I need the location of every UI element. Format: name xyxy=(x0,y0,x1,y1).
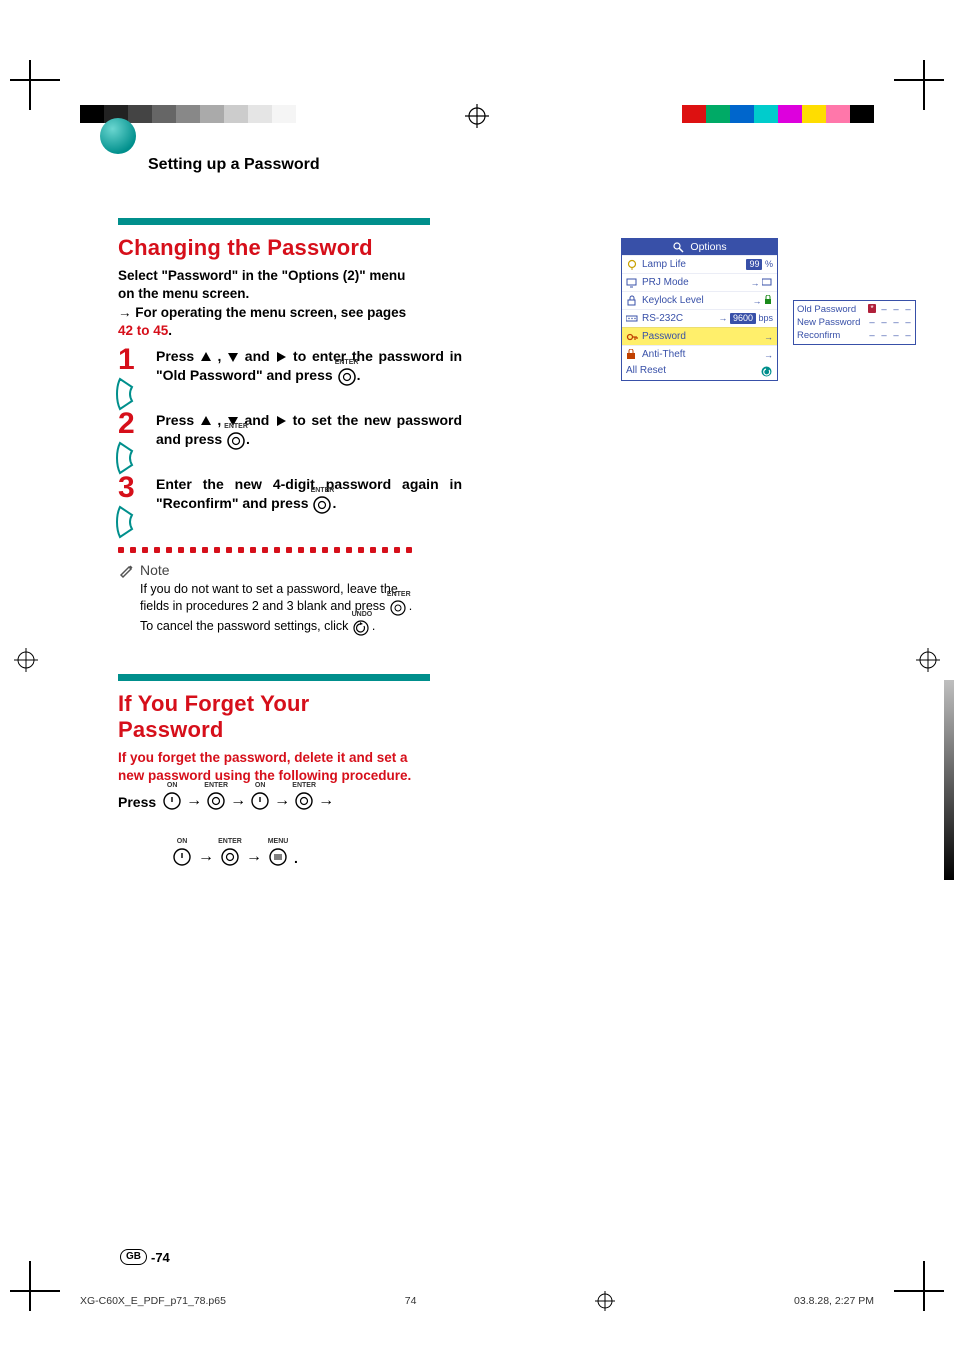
note-text: If you do not want to set a password, le… xyxy=(140,581,418,638)
note-heading: Note xyxy=(118,561,886,579)
gb-badge: GB xyxy=(120,1249,147,1265)
arrow-right-icon: → xyxy=(752,295,773,306)
enter-button-icon: ENTER xyxy=(337,366,357,386)
up-triangle-icon xyxy=(200,351,212,363)
enter-button-icon: ENTER xyxy=(312,494,332,514)
corner-mark-bottom-right xyxy=(894,1261,954,1321)
osd-row-keylock: Keylock Level → xyxy=(622,291,777,309)
osd-row-all-reset: All Reset xyxy=(622,363,777,380)
page-title: Setting up a Password xyxy=(148,156,320,174)
page-number: GB -74 xyxy=(120,1249,170,1265)
arrow-icon: → xyxy=(318,792,334,810)
arrow-icon: → xyxy=(230,792,246,810)
on-button-icon: ON xyxy=(172,846,192,866)
step-pointer-icon xyxy=(114,441,148,475)
bottom-print-marks xyxy=(0,1281,954,1321)
note-label: Note xyxy=(140,562,170,578)
step-number: 2 xyxy=(118,407,135,441)
intro2-pre: For operating the menu screen, see pages xyxy=(135,305,406,320)
registration-target-left xyxy=(14,648,38,672)
lamp-icon xyxy=(626,259,638,271)
step-3-body: Enter the new 4-digit password again in … xyxy=(156,475,462,514)
step-number: 3 xyxy=(118,471,135,505)
osd-password-entry-box: Old Password *––– New Password –––– Reco… xyxy=(793,300,916,345)
header-dot-icon xyxy=(98,116,138,156)
section-heading-forget-password: If You Forget Your Password xyxy=(118,691,418,743)
enter-button-icon: ENTER xyxy=(294,790,314,810)
content-area: Setting up a Password Changing the Passw… xyxy=(78,100,886,1271)
menu-button-icon: MENU xyxy=(268,846,288,866)
osd-row-lamp-life: Lamp Life 99 % xyxy=(622,255,777,273)
serial-icon xyxy=(626,313,638,325)
section2-intro: If you forget the password, delete it an… xyxy=(118,749,420,784)
arrow-icon: → xyxy=(198,848,214,866)
enter-button-icon: ENTER xyxy=(206,790,226,810)
step-1-body: Press , and to enter the password in "Ol… xyxy=(156,347,462,386)
new-password-row: New Password –––– xyxy=(797,316,912,329)
osd-row-prj-mode: PRJ Mode → xyxy=(622,273,777,291)
reset-icon xyxy=(760,365,773,378)
monitor-icon xyxy=(626,277,638,289)
page: Setting up a Password Changing the Passw… xyxy=(0,0,954,1351)
osd-title: Options xyxy=(690,241,726,253)
options-wrench-icon xyxy=(672,241,684,253)
page-header: Setting up a Password xyxy=(78,110,886,170)
anti-theft-icon xyxy=(626,349,638,361)
step-2: 2 Press , and to set the new password an… xyxy=(118,411,462,467)
top-print-marks xyxy=(0,50,954,90)
arrow-right-icon: → xyxy=(764,332,773,342)
reconfirm-row: Reconfirm –––– xyxy=(797,329,912,342)
step-2-body: Press , and to set the new password and … xyxy=(156,411,462,450)
separator-bar xyxy=(118,674,430,681)
press-label: Press xyxy=(118,794,156,810)
corner-mark-top-right xyxy=(894,50,954,110)
step-pointer-icon xyxy=(114,377,148,411)
on-button-icon: ON xyxy=(250,790,270,810)
reset-button-sequence: Press ON → ENTER → ON → ENTER → xyxy=(118,790,418,866)
lock-icon xyxy=(626,295,638,307)
osd-options-menu: Options Lamp Life 99 % PRJ Mode → Keyloc… xyxy=(621,238,778,381)
step-1: 1 Press , and to enter the password in "… xyxy=(118,347,462,403)
arrow-icon: → xyxy=(118,305,135,320)
intro2-post: . xyxy=(168,323,172,338)
page-ref-link: 42 to 45 xyxy=(118,323,168,338)
old-password-row: Old Password *––– xyxy=(797,303,912,316)
step-3: 3 Enter the new 4-digit password again i… xyxy=(118,475,462,531)
separator-bar xyxy=(118,218,430,225)
section1-intro-line1: Select "Password" in the "Options (2)" m… xyxy=(118,267,420,302)
arrow-icon: → xyxy=(274,792,290,810)
step-pointer-icon xyxy=(114,505,148,539)
on-button-icon: ON xyxy=(162,790,182,810)
corner-mark-bottom-left xyxy=(0,1261,60,1321)
right-triangle-icon xyxy=(275,415,287,427)
enter-button-icon: ENTER xyxy=(226,430,246,450)
side-gradient-tab xyxy=(944,680,954,880)
arrow-right-icon: → xyxy=(750,278,773,288)
note-dots xyxy=(118,547,418,555)
enter-button-icon: ENTER xyxy=(389,598,409,618)
key-icon xyxy=(626,331,638,343)
undo-button-icon: UNDO xyxy=(352,618,372,638)
right-triangle-icon xyxy=(275,351,287,363)
section-heading-change-password: Changing the Password xyxy=(118,235,418,261)
osd-row-rs232c: RS-232C → 9600 bps xyxy=(622,309,777,327)
enter-button-icon: ENTER xyxy=(220,846,240,866)
osd-row-anti-theft: Anti-Theft → xyxy=(622,345,777,363)
up-triangle-icon xyxy=(200,415,212,427)
registration-target-right xyxy=(916,648,940,672)
arrow-icon: → xyxy=(246,848,262,866)
page-number-text: -74 xyxy=(151,1250,170,1265)
down-triangle-icon xyxy=(227,351,239,363)
corner-mark-top-left xyxy=(0,50,60,110)
note-pencil-icon xyxy=(118,561,136,579)
section1-intro-line2: → For operating the menu screen, see pag… xyxy=(118,304,420,339)
osd-row-password: Password → xyxy=(622,327,777,345)
osd-title-bar: Options xyxy=(622,239,777,255)
arrow-right-icon: → xyxy=(764,350,773,360)
password-digit-active: * xyxy=(868,304,876,313)
step-number: 1 xyxy=(118,343,135,377)
arrow-icon: → xyxy=(186,792,202,810)
